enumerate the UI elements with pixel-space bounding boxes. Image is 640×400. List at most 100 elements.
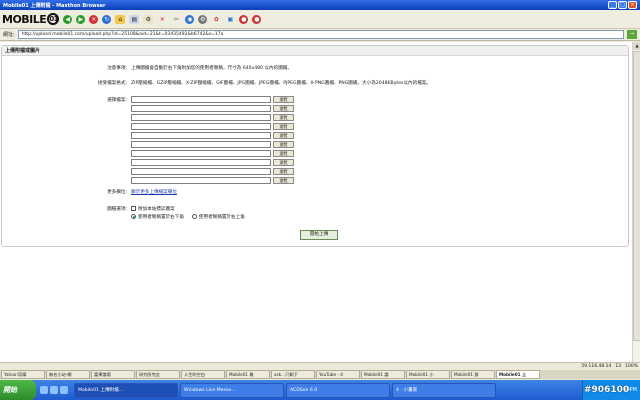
radio-bottom-right[interactable] (131, 214, 136, 219)
browse-button-1[interactable]: 瀏覽 (273, 96, 294, 103)
task-mobile01[interactable]: Mobile01 上傳附檔... (74, 382, 178, 398)
radio-bottom-right-label: 使用者暱稱置於右下角 (138, 215, 184, 220)
extension-icon[interactable]: ✿ (211, 15, 221, 24)
tab-mobile01-upload[interactable]: Mobile01 上 (496, 370, 540, 379)
status-ip: 59.116.48.14 (581, 364, 612, 369)
file-list: 瀏覽 瀏覽 瀏覽 瀏覽 瀏覽 瀏覽 瀏覽 瀏覽 瀏覽 瀏覽 (131, 95, 294, 185)
logo-text: MOBILE (2, 12, 47, 26)
file-input-6[interactable] (131, 141, 271, 148)
file-input-1[interactable] (131, 96, 271, 103)
file-row: 瀏覽 (131, 131, 294, 140)
zoom-icon[interactable]: ▣ (225, 15, 235, 24)
task-messenger[interactable]: Windows Live Messe... (180, 382, 284, 398)
page-viewport: 上傳附檔或圖片 注意事項: 上傳圖檔會自動於右下角附加您的使用者暱稱，尺寸為 6… (0, 42, 632, 362)
record-icon[interactable]: ● (239, 14, 249, 24)
browser-toolbar: MOBILE 01 ◀ ▶ × ↻ ⌂ ▤ ⚙ ✕ ✂ ◉ ⚙ ✿ ▣ ● ● (0, 10, 640, 29)
back-icon[interactable]: ◀ (63, 14, 73, 24)
delete-icon[interactable]: ✕ (157, 15, 167, 24)
choose-label: 選擇檔案: (107, 98, 127, 103)
file-input-10[interactable] (131, 177, 271, 184)
minimize-button[interactable]: _ (608, 1, 617, 9)
tab-ask[interactable]: ask...只剩下 (271, 370, 315, 379)
tab-youtube[interactable]: YouTube - 4 (316, 370, 360, 379)
record2-icon[interactable]: ● (252, 14, 262, 24)
status-zoom: 13 (615, 364, 622, 369)
forward-icon[interactable]: ▶ (76, 14, 86, 24)
quicklaunch-ie-icon[interactable] (40, 386, 48, 394)
tab-mobile01-b[interactable]: Mobile01 論 (361, 370, 405, 379)
globe-icon[interactable]: ◉ (185, 14, 195, 24)
address-label: 網址: (3, 32, 15, 38)
close-button[interactable]: × (628, 1, 637, 9)
tab-strip: Yahoo!奇摩 無名小站-網 富果論壇 研究所完全 人生的空白 Mobile0… (0, 370, 640, 379)
file-input-9[interactable] (131, 168, 271, 175)
tab-yahoo[interactable]: Yahoo!奇摩 (1, 370, 45, 379)
quicklaunch-media-icon[interactable] (60, 386, 68, 394)
file-input-7[interactable] (131, 150, 271, 157)
status-bar: 59.116.48.14 13 100% (0, 362, 640, 370)
tab-life[interactable]: 人生的空白 (181, 370, 225, 379)
browse-button-3[interactable]: 瀏覽 (273, 114, 294, 121)
taskbar: 開始 Mobile01 上傳附檔... Windows Live Messe..… (0, 380, 640, 400)
go-button[interactable]: → (627, 30, 637, 39)
home-icon[interactable]: ⌂ (115, 14, 126, 24)
file-row: 瀏覽 (131, 176, 294, 185)
window-title: Mobile01 上傳附檔 - Maxthon Browser (3, 2, 106, 9)
file-input-3[interactable] (131, 114, 271, 121)
scroll-up-icon[interactable]: ▲ (633, 42, 640, 50)
browse-button-4[interactable]: 瀏覽 (273, 123, 294, 130)
more-fields-link[interactable]: 顯示更多上傳檔案欄位 (131, 189, 177, 195)
scroll-thumb[interactable] (633, 51, 640, 341)
quicklaunch-desktop-icon[interactable] (50, 386, 58, 394)
file-row: 瀏覽 (131, 95, 294, 104)
task-paint[interactable]: 4 - 小畫家 (392, 382, 496, 398)
browse-button-7[interactable]: 瀏覽 (273, 150, 294, 157)
browse-button-10[interactable]: 瀏覽 (273, 177, 294, 184)
stop-icon[interactable]: × (89, 14, 99, 24)
nickname-position-options: 使用者暱稱置於右下角 使用者暱稱置於右上角 (131, 214, 245, 220)
watermark-option[interactable]: 附加本站標誌圖案 (131, 206, 175, 212)
url-input[interactable]: http://upload.mobile01.com/upload.php?id… (17, 30, 624, 39)
settings-icon[interactable]: ⚙ (198, 14, 208, 24)
browse-button-6[interactable]: 瀏覽 (273, 141, 294, 148)
file-row: 瀏覽 (131, 122, 294, 131)
browse-button-8[interactable]: 瀏覽 (273, 159, 294, 166)
cut-icon[interactable]: ✂ (171, 15, 181, 24)
file-row: 瀏覽 (131, 113, 294, 122)
file-input-2[interactable] (131, 105, 271, 112)
maximize-button[interactable]: □ (618, 1, 627, 9)
notice-label: 注意事項: (107, 66, 127, 71)
tab-mobile01-c[interactable]: Mobile01 小 (406, 370, 450, 379)
browse-button-2[interactable]: 瀏覽 (273, 105, 294, 112)
tab-wretch[interactable]: 無名小站-網 (46, 370, 90, 379)
image-watermark: #906100 (584, 385, 630, 395)
browse-button-5[interactable]: 瀏覽 (273, 132, 294, 139)
browse-button-9[interactable]: 瀏覽 (273, 168, 294, 175)
radio-top-right[interactable] (191, 214, 197, 219)
options-label: 圖檔選項: (107, 207, 127, 212)
refresh-icon[interactable]: ↻ (102, 14, 112, 24)
status-percent[interactable]: 100% (625, 364, 638, 369)
file-row: 瀏覽 (131, 167, 294, 176)
more-label: 更多欄位: (107, 190, 127, 195)
file-input-8[interactable] (131, 159, 271, 166)
tools-icon[interactable]: ⚙ (143, 14, 154, 24)
tab-grad[interactable]: 研究所完全 (136, 370, 180, 379)
file-input-5[interactable] (131, 132, 271, 139)
file-row: 瀏覽 (131, 104, 294, 113)
start-button[interactable]: 開始 (0, 380, 36, 400)
formats-text: ZIP壓縮檔、GZIP壓縮檔、X-ZIP壓縮檔、GIF圖檔、JPG圖檔、JPEG… (131, 81, 431, 86)
tab-mobile01-d[interactable]: Mobile01 發 (451, 370, 495, 379)
start-upload-button[interactable]: 開始上傳 (300, 230, 338, 240)
save-icon[interactable]: ▤ (129, 14, 140, 24)
task-acdsee[interactable]: ACDSee 6.0 (286, 382, 390, 398)
radio-top-right-label: 使用者暱稱置於右上角 (198, 215, 245, 220)
watermark-checkbox[interactable] (131, 206, 136, 211)
notice-text: 上傳圖檔會自動於右下角附加您的使用者暱稱，尺寸為 640x480 以內的圖檔。 (131, 66, 292, 71)
file-input-4[interactable] (131, 123, 271, 130)
tab-mobile01-a[interactable]: Mobile01 最 (226, 370, 270, 379)
file-row: 瀏覽 (131, 158, 294, 167)
formats-label: 接受檔案格式: (97, 81, 127, 86)
tab-forum[interactable]: 富果論壇 (91, 370, 135, 379)
vertical-scrollbar[interactable]: ▲ (632, 42, 640, 362)
